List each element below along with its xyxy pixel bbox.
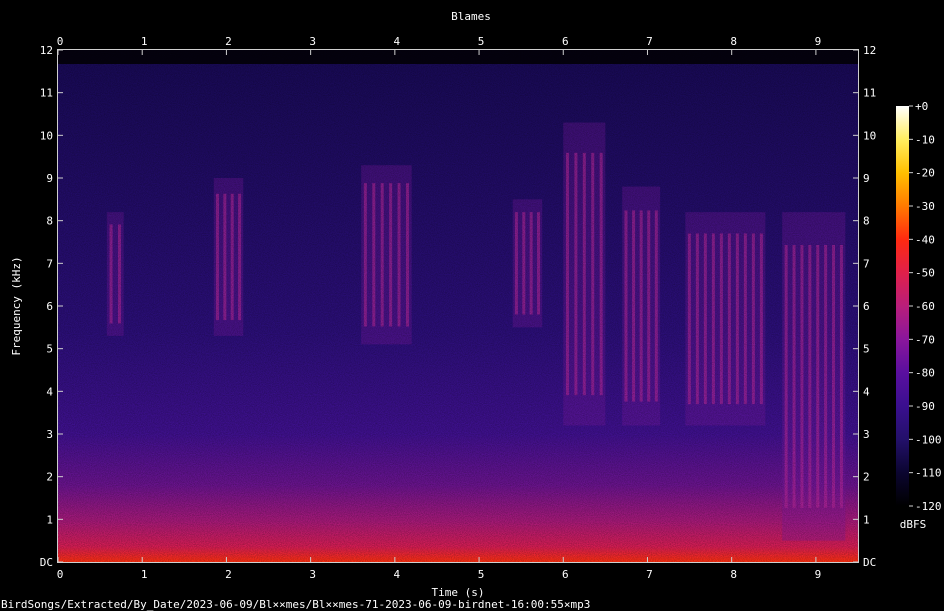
y-tick-label: 6 (863, 300, 870, 313)
spectrogram-chart: Blames 0123456789 0123456789 DC123456789… (1, 10, 942, 611)
x-tick-label: 0 (57, 568, 64, 581)
y-tick-label: 10 (863, 129, 876, 142)
x-tick-label: 4 (394, 568, 401, 581)
x-tick-label: 5 (478, 568, 485, 581)
x-tick-label: 9 (815, 568, 822, 581)
colorbar-tick-label: -100 (915, 433, 942, 446)
y-tick-label: 11 (863, 87, 876, 100)
y-tick-label: 2 (46, 471, 53, 484)
x-tick-label: 3 (309, 568, 316, 581)
y-tick-label: 9 (863, 172, 870, 185)
y-tick-label: 7 (46, 257, 53, 270)
noise-texture (58, 50, 858, 562)
colorbar-label: dBFS (900, 518, 927, 531)
x-tick-label: 8 (730, 35, 737, 48)
x-tick-label: 4 (394, 35, 401, 48)
y-tick-label: 2 (863, 471, 870, 484)
x-tick-label: 0 (57, 35, 64, 48)
x-tick-label: 6 (562, 35, 569, 48)
colorbar-tick-label: -20 (915, 167, 935, 180)
footer-filename: BirdSongs/Extracted/By_Date/2023-06-09/B… (1, 598, 590, 611)
y-tick-label: 9 (46, 172, 53, 185)
y-tick-label: 5 (863, 343, 870, 356)
colorbar-tick-label: -110 (915, 467, 942, 480)
x-tick-label: 7 (646, 35, 653, 48)
x-tick-label: 6 (562, 568, 569, 581)
x-tick-label: 9 (815, 35, 822, 48)
colorbar-ticks: +0 -10 -20 -30 -40 -50 -60 -70 -80 -90 -100 -110 -12… (909, 100, 942, 513)
x-tick-label: 2 (225, 568, 232, 581)
chart-title: Blames (451, 10, 491, 23)
y-tick-label: DC (40, 556, 53, 569)
y-tick-label: 1 (46, 513, 53, 526)
plot-area (58, 50, 858, 562)
y-axis-label: Frequency (kHz) (10, 256, 23, 355)
y-tick-label: 11 (40, 87, 53, 100)
x-tick-label: 7 (646, 568, 653, 581)
x-tick-label: 1 (141, 568, 148, 581)
y-tick-label: 8 (46, 215, 53, 228)
x-tick-label: 2 (225, 35, 232, 48)
y-tick-label: DC (863, 556, 876, 569)
colorbar-tick-label: -90 (915, 400, 935, 413)
colorbar-tick-label: -120 (915, 500, 942, 513)
y-tick-label: 4 (46, 385, 53, 398)
y-tick-label: 3 (46, 428, 53, 441)
colorbar-tick-label: -60 (915, 300, 935, 313)
colorbar (896, 106, 909, 506)
colorbar-tick-label: -10 (915, 133, 935, 146)
y-tick-label: 8 (863, 215, 870, 228)
y-tick-label: 12 (863, 44, 876, 57)
colorbar-tick-label: -70 (915, 333, 935, 346)
y-tick-label: 6 (46, 300, 53, 313)
y-tick-label: 7 (863, 257, 870, 270)
x-tick-label: 5 (478, 35, 485, 48)
y-tick-label: 4 (863, 385, 870, 398)
y-tick-label: 12 (40, 44, 53, 57)
x-tick-label: 1 (141, 35, 148, 48)
y-tick-label: 1 (863, 513, 870, 526)
y-tick-label: 3 (863, 428, 870, 441)
y-tick-label: 10 (40, 129, 53, 142)
x-tick-label: 3 (309, 35, 316, 48)
x-tick-label: 8 (730, 568, 737, 581)
colorbar-tick-label: -80 (915, 367, 935, 380)
colorbar-tick-label: -40 (915, 233, 935, 246)
colorbar-tick-label: -30 (915, 200, 935, 213)
colorbar-tick-label: -50 (915, 267, 935, 280)
y-tick-label: 5 (46, 343, 53, 356)
colorbar-tick-label: +0 (915, 100, 928, 113)
